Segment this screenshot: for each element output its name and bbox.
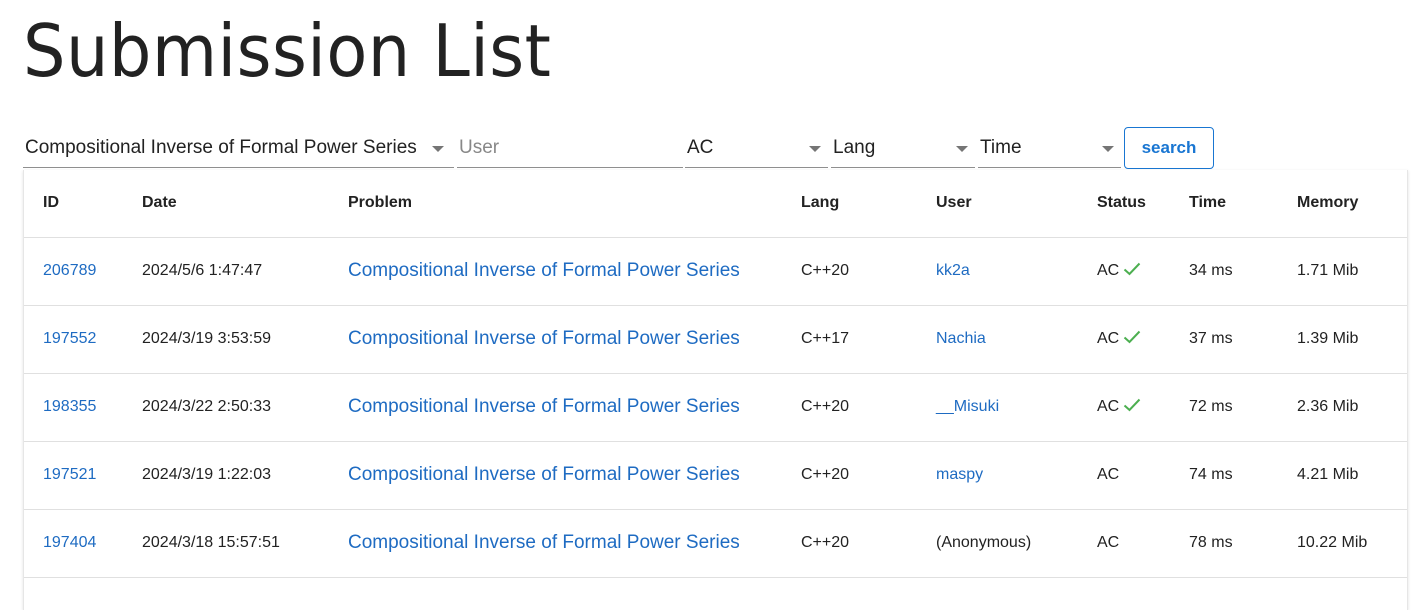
user-link[interactable]: kk2a: [936, 262, 970, 279]
submission-id-link[interactable]: 198355: [43, 398, 96, 415]
problem-link[interactable]: Compositional Inverse of Formal Power Se…: [348, 260, 740, 281]
user-link[interactable]: Nachia: [936, 330, 986, 347]
submission-lang: C++20: [782, 237, 917, 306]
check-icon: [1123, 330, 1141, 349]
chevron-down-icon: [956, 146, 968, 152]
chevron-down-icon: [432, 146, 444, 152]
submission-id-link[interactable]: 197521: [43, 466, 96, 483]
table-row: 206789 2024/5/6 1:47:47 Compositional In…: [24, 237, 1407, 306]
col-header-date[interactable]: Date: [123, 170, 329, 238]
status-text: AC: [1097, 329, 1120, 347]
problem-link[interactable]: Compositional Inverse of Formal Power Se…: [348, 532, 740, 553]
time-select-value: Time: [980, 137, 1022, 158]
submission-memory: 10.22 Mib: [1278, 509, 1407, 578]
user-anonymous: (Anonymous): [917, 509, 1078, 578]
submission-date: 2024/3/19 3:53:59: [123, 305, 329, 374]
submission-time: 78 ms: [1170, 509, 1278, 578]
submissions-table-card: ID Date Problem Lang User Status Time Me…: [23, 170, 1408, 610]
status-text: AC: [1097, 261, 1120, 279]
submission-id-link[interactable]: 197552: [43, 330, 96, 347]
chevron-down-icon: [1102, 146, 1114, 152]
submission-memory: 1.39 Mib: [1278, 305, 1407, 374]
problem-link[interactable]: Compositional Inverse of Formal Power Se…: [348, 464, 740, 485]
status-text: AC: [1097, 534, 1120, 551]
col-header-status[interactable]: Status: [1078, 170, 1170, 238]
problem-link[interactable]: Compositional Inverse of Formal Power Se…: [348, 328, 740, 349]
user-input[interactable]: User: [457, 127, 683, 168]
status-text: AC: [1097, 397, 1120, 415]
col-header-user[interactable]: User: [917, 170, 1078, 238]
col-header-lang[interactable]: Lang: [782, 170, 917, 238]
col-header-memory[interactable]: Memory: [1278, 170, 1407, 238]
table-row: 197552 2024/3/19 3:53:59 Compositional I…: [24, 305, 1407, 374]
submission-time: 74 ms: [1170, 441, 1278, 510]
submission-lang: C++20: [782, 509, 917, 578]
time-select[interactable]: Time: [978, 127, 1121, 168]
problem-select-value: Compositional Inverse of Formal Power Se…: [25, 137, 417, 158]
col-header-time[interactable]: Time: [1170, 170, 1278, 238]
lang-select-value: Lang: [833, 137, 876, 158]
table-row: 198355 2024/3/22 2:50:33 Compositional I…: [24, 373, 1407, 442]
col-header-id[interactable]: ID: [24, 170, 123, 238]
submission-id-link[interactable]: 197404: [43, 534, 96, 551]
search-button[interactable]: search: [1124, 127, 1214, 169]
submission-date: 2024/5/6 1:47:47: [123, 237, 329, 306]
user-link[interactable]: maspy: [936, 466, 983, 483]
submission-time: 34 ms: [1170, 237, 1278, 306]
table-header-row: ID Date Problem Lang User Status Time Me…: [24, 170, 1407, 238]
submission-time: 72 ms: [1170, 373, 1278, 442]
submission-lang: C++20: [782, 441, 917, 510]
status-select[interactable]: AC: [685, 127, 828, 168]
problem-link[interactable]: Compositional Inverse of Formal Power Se…: [348, 396, 740, 417]
page-title: Submission List: [23, 9, 552, 93]
submission-date: 2024/3/18 15:57:51: [123, 509, 329, 578]
problem-select[interactable]: Compositional Inverse of Formal Power Se…: [23, 127, 454, 168]
submission-memory: 2.36 Mib: [1278, 373, 1407, 442]
status-text: AC: [1097, 466, 1120, 483]
submission-id-link[interactable]: 206789: [43, 262, 96, 279]
table-row: 197404 2024/3/18 15:57:51 Compositional …: [24, 509, 1407, 578]
submission-time: 37 ms: [1170, 305, 1278, 374]
user-input-placeholder: User: [459, 137, 500, 158]
submission-lang: C++17: [782, 305, 917, 374]
submission-date: 2024/3/22 2:50:33: [123, 373, 329, 442]
check-icon: [1123, 262, 1141, 281]
check-icon: [1123, 398, 1141, 417]
lang-select[interactable]: Lang: [831, 127, 975, 168]
user-link[interactable]: __Misuki: [936, 398, 999, 415]
submissions-table: ID Date Problem Lang User Status Time Me…: [24, 170, 1407, 578]
status-select-value: AC: [687, 137, 714, 158]
submission-memory: 4.21 Mib: [1278, 441, 1407, 510]
chevron-down-icon: [809, 146, 821, 152]
submission-date: 2024/3/19 1:22:03: [123, 441, 329, 510]
col-header-problem[interactable]: Problem: [329, 170, 782, 238]
submission-memory: 1.71 Mib: [1278, 237, 1407, 306]
table-row: 197521 2024/3/19 1:22:03 Compositional I…: [24, 441, 1407, 510]
submission-lang: C++20: [782, 373, 917, 442]
